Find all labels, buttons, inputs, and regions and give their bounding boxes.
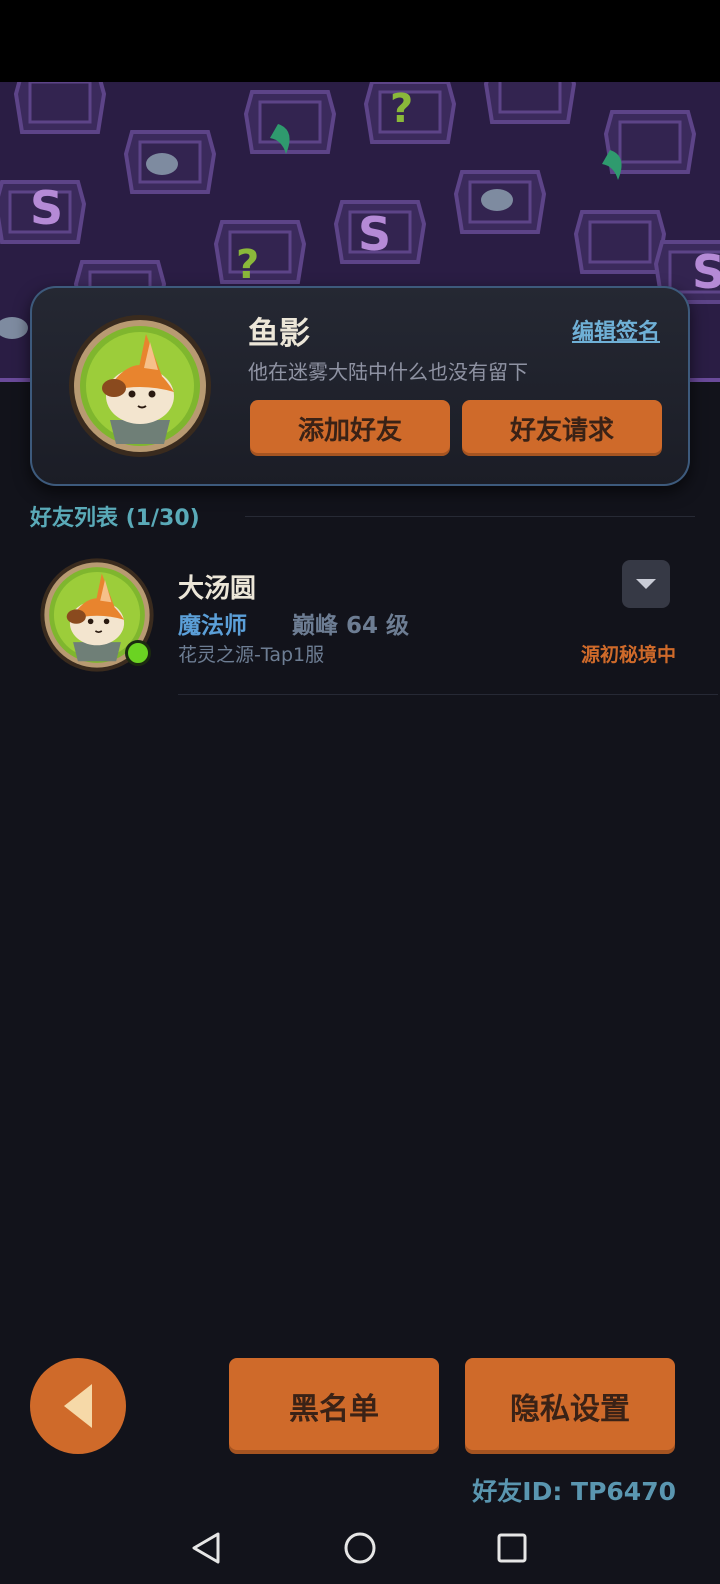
nav-back-icon — [192, 1532, 220, 1564]
online-status-icon — [125, 640, 151, 666]
friend-server: 花灵之源-Tap1服 — [178, 644, 325, 666]
profile-card: 鱼影 编辑签名 他在迷雾大陆中什么也没有留下 添加好友 好友请求 — [30, 286, 690, 486]
svg-text:S: S — [30, 181, 63, 235]
friend-name: 大汤圆 — [178, 574, 257, 604]
nav-recents-button[interactable] — [490, 1526, 534, 1570]
chevron-down-icon — [636, 579, 656, 589]
privacy-settings-button[interactable]: 隐私设置 — [465, 1358, 675, 1454]
nav-home-button[interactable] — [338, 1526, 382, 1570]
edit-signature-link[interactable]: 编辑签名 — [572, 314, 660, 346]
svg-text:?: ? — [236, 242, 259, 288]
fox-avatar-icon — [69, 315, 211, 457]
friend-list-item[interactable]: 大汤圆 魔法师 巅峰 64 级 花灵之源-Tap1服 源初秘境中 — [30, 548, 718, 696]
row-divider — [178, 694, 718, 695]
blacklist-button[interactable]: 黑名单 — [229, 1358, 439, 1454]
friend-id-label: 好友ID: TP6470 — [472, 1477, 676, 1506]
player-signature: 他在迷雾大陆中什么也没有留下 — [248, 360, 528, 384]
friend-level: 巅峰 64 级 — [292, 613, 410, 639]
svg-text:S: S — [358, 207, 391, 261]
section-divider — [245, 516, 695, 517]
svg-text:?: ? — [390, 86, 413, 132]
back-button[interactable] — [30, 1358, 126, 1454]
add-friend-button[interactable]: 添加好友 — [250, 400, 450, 456]
friend-list-title: 好友列表 (1/30) — [30, 506, 200, 531]
back-triangle-icon — [64, 1384, 92, 1428]
svg-text:S: S — [692, 245, 720, 299]
friend-options-button[interactable] — [622, 560, 670, 608]
friend-requests-button[interactable]: 好友请求 — [462, 400, 662, 456]
system-nav-bar — [0, 1510, 720, 1584]
player-avatar[interactable] — [66, 312, 214, 460]
friend-activity-status: 源初秘境中 — [580, 644, 676, 666]
nav-home-icon — [344, 1532, 376, 1564]
status-bar — [0, 0, 720, 82]
player-name: 鱼影 — [248, 316, 310, 352]
friend-class: 魔法师 — [178, 613, 247, 639]
nav-recents-icon — [497, 1533, 527, 1563]
nav-back-button[interactable] — [184, 1526, 228, 1570]
